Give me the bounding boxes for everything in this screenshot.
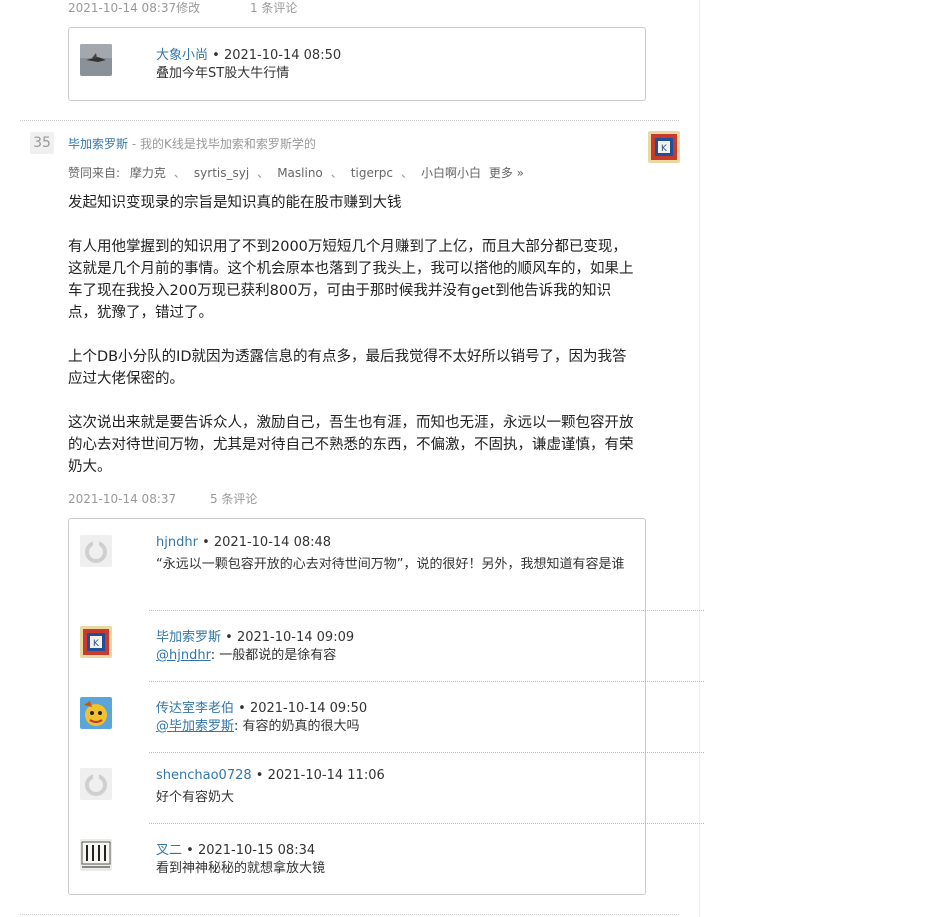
- comment-divider: [149, 823, 704, 824]
- comment-header: 大象小尚 • 2021-10-14 08:50: [156, 48, 342, 63]
- comment-header: hjndhr • 2021-10-14 08:48: [156, 535, 332, 550]
- comment-text: 看到神神秘秘的就想拿放大镜: [156, 861, 326, 876]
- comment-time: 2021-10-14 09:50: [249, 701, 368, 716]
- mention-link[interactable]: @毕加索罗斯: [156, 719, 234, 734]
- default-avatar-icon[interactable]: [80, 768, 112, 800]
- post-paragraph: 发起知识变现录的宗旨是知识真的能在股市赚到大钱: [68, 195, 402, 211]
- comment-divider: [149, 681, 704, 682]
- comment-user[interactable]: hjndhr: [156, 535, 198, 550]
- comment-time: 2021-10-14 11:06: [267, 768, 385, 783]
- likes-line: 赞同来自: 摩力克、 syrtis_syj、 Maslino、 tigerpc、小白啊…: [68, 166, 524, 180]
- author-avatar[interactable]: K: [648, 131, 680, 163]
- author-signature: 我的K线是找毕加索和索罗斯学的: [140, 137, 316, 151]
- comment-time: 2021-10-14 08:48: [213, 535, 332, 550]
- post-body: 发起知识变现录的宗旨是知识真的能在股市赚到大钱 有人用他掌握到的知识用了不到20…: [68, 192, 638, 500]
- prev-answer-comments-box: 大象小尚 • 2021-10-14 08:50 叠加今年ST股大牛行情: [68, 27, 646, 101]
- prev-answer-time: 2021-10-14 08:37修改: [68, 1, 201, 15]
- floor-number: 35: [30, 132, 54, 154]
- liker[interactable]: Maslino: [277, 166, 323, 180]
- comment-text: 叠加今年ST股大牛行情: [156, 66, 290, 81]
- prev-answer-meta: 2021-10-14 08:37修改 1 条评论: [68, 0, 297, 16]
- more-likers-link[interactable]: 更多 »: [489, 166, 524, 180]
- comment-user[interactable]: 毕加索罗斯: [156, 630, 221, 645]
- comment-time: 2021-10-14 08:50: [223, 48, 342, 63]
- comment-header: 毕加索罗斯 • 2021-10-14 09:09: [156, 630, 355, 645]
- calligraphy-avatar-icon[interactable]: [80, 839, 112, 871]
- mention-link[interactable]: @hjndhr: [156, 648, 211, 663]
- likes-label: 赞同来自:: [68, 166, 121, 180]
- comment-text: @hjndhr: 一般都说的是徐有容: [156, 648, 337, 663]
- comment-divider: [149, 610, 704, 611]
- comment-user[interactable]: 大象小尚: [156, 48, 208, 63]
- plane-photo-icon: [80, 44, 112, 76]
- comment-user[interactable]: 叉二: [156, 843, 182, 858]
- comment-header: 传达室李老伯 • 2021-10-14 09:50: [156, 701, 368, 716]
- default-avatar-icon[interactable]: [80, 535, 112, 567]
- prev-answer-comment-count[interactable]: 1 条评论: [250, 1, 297, 15]
- comments-box: hjndhr • 2021-10-14 08:48 “永远以一颗包容开放的心去对…: [68, 518, 704, 895]
- post-paragraph: 这次说出来就是要告诉众人，激励自己，吾生也有涯，而知也无涯，永远以一颗包容开放的…: [68, 415, 634, 475]
- post-paragraph: 上个DB小分队的ID就因为透露信息的有点多，最后我觉得不太好所以销号了，因为我答…: [68, 349, 627, 387]
- liker[interactable]: syrtis_syj: [194, 166, 249, 180]
- comment-time: 2021-10-15 08:34: [197, 843, 316, 858]
- author-line: 毕加索罗斯 - 我的K线是找毕加索和索罗斯学的: [68, 137, 316, 151]
- comment-header: shenchao0728 • 2021-10-14 11:06: [156, 768, 385, 783]
- flag-avatar-icon[interactable]: K: [80, 626, 112, 658]
- flag-avatar-icon: K: [648, 131, 680, 163]
- post-meta: 2021-10-14 08:37 5 条评论: [68, 490, 257, 507]
- comment-user[interactable]: shenchao0728: [156, 768, 252, 783]
- comment-text: @毕加索罗斯: 有容的奶真的很大吗: [156, 719, 360, 734]
- liker[interactable]: 摩力克: [130, 166, 166, 180]
- author-name[interactable]: 毕加索罗斯: [68, 137, 128, 151]
- comment-time: 2021-10-14 09:09: [236, 630, 355, 645]
- answer-divider: [20, 914, 679, 915]
- post-comment-count[interactable]: 5 条评论: [210, 492, 257, 506]
- post-time: 2021-10-14 08:37: [68, 492, 177, 506]
- sidebar-divider: [699, 0, 700, 917]
- comment-user[interactable]: 传达室李老伯: [156, 701, 234, 716]
- answer-divider: [20, 120, 679, 121]
- comment-header: 叉二 • 2021-10-15 08:34: [156, 843, 316, 858]
- comment-divider: [149, 752, 704, 753]
- avatar-daxiang[interactable]: [80, 44, 112, 76]
- cartoon-avatar-icon[interactable]: [80, 697, 112, 729]
- comment-text: 好个有容奶大: [156, 790, 235, 805]
- post-paragraph: 有人用他掌握到的知识用了不到2000万短短几个月赚到了上亿，而且大部分都已变现，…: [68, 239, 634, 321]
- liker[interactable]: tigerpc: [351, 166, 393, 180]
- liker[interactable]: 小白啊小白: [421, 166, 481, 180]
- comment-text: “永远以一颗包容开放的心去对待世间万物”，说的很好！另外，我想知道有容是谁: [156, 557, 625, 572]
